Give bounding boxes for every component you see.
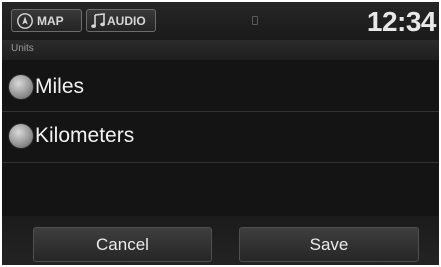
top-bar: MAP AUDIO 12:34 [2, 2, 439, 40]
map-button-label: MAP [37, 13, 64, 28]
status-indicator-icon [252, 16, 258, 25]
audio-button[interactable]: AUDIO [86, 9, 156, 32]
divider [2, 111, 439, 112]
music-note-icon [91, 12, 105, 30]
audio-button-label: AUDIO [107, 13, 146, 28]
option-miles[interactable]: Miles [2, 64, 439, 109]
radio-button-icon[interactable] [9, 74, 33, 99]
navigation-compass-icon [16, 12, 34, 30]
units-settings-screen: MAP AUDIO 12:34 Units Miles Kilometers C… [2, 2, 439, 265]
footer-bar: Cancel Save [2, 216, 439, 265]
option-miles-label: Miles [35, 74, 85, 98]
map-button[interactable]: MAP [11, 9, 82, 32]
save-button[interactable]: Save [239, 227, 419, 262]
clock: 12:34 [366, 6, 437, 37]
option-kilometers[interactable]: Kilometers [2, 113, 439, 158]
divider [2, 162, 439, 163]
cancel-button[interactable]: Cancel [33, 227, 212, 262]
option-kilometers-label: Kilometers [35, 123, 135, 147]
section-header: Units [2, 40, 439, 60]
section-title: Units [11, 43, 34, 54]
radio-button-icon[interactable] [9, 123, 33, 148]
